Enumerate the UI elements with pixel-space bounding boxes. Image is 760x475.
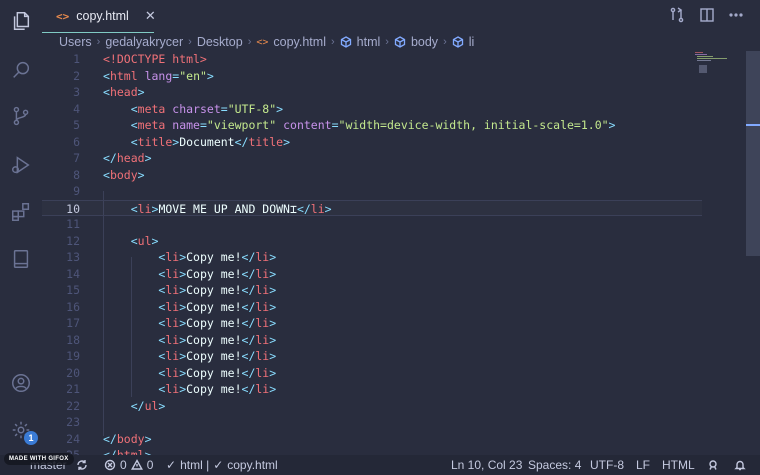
code-line[interactable]: 7 </head> — [42, 150, 702, 167]
code-line[interactable]: 25 </html> — [42, 447, 702, 455]
breadcrumb: Users › gedalyakrycer › Desktop › <> cop… — [59, 33, 474, 51]
chevron-right-icon: › — [96, 36, 101, 48]
code-line[interactable]: 15 <li>Copy me!</li> — [42, 282, 702, 299]
code-line[interactable]: 3 <head> — [42, 84, 702, 101]
html-file-icon: <> — [256, 36, 269, 48]
minimap[interactable] — [695, 51, 743, 81]
code-line[interactable]: 11 — [42, 216, 702, 233]
html-file-icon: <> — [56, 9, 70, 23]
check-icon: ✓ — [213, 458, 224, 472]
code-line[interactable]: 1 <!DOCTYPE html> — [42, 51, 702, 68]
breadcrumb-desktop[interactable]: Desktop — [197, 35, 243, 49]
chevron-right-icon: › — [330, 36, 335, 48]
status-bar: master 0 0 ✓ html | ✓ copy.html Ln 10, C… — [0, 455, 760, 475]
line-ending[interactable]: LF — [636, 455, 650, 475]
chevron-right-icon: › — [385, 36, 389, 48]
breadcrumb-html[interactable]: html — [357, 35, 381, 49]
chevron-right-icon: › — [188, 36, 192, 48]
code-line[interactable]: 2 <html lang="en"> — [42, 68, 702, 85]
code-line[interactable]: 23 — [42, 414, 702, 431]
more-actions-icon[interactable] — [728, 7, 746, 25]
language-mode[interactable]: HTML — [662, 455, 695, 475]
code-line[interactable]: 8 <body> — [42, 167, 702, 184]
symbol-element-icon — [394, 36, 406, 48]
code-line[interactable]: 16 <li>Copy me!</li> — [42, 299, 702, 316]
encoding[interactable]: UTF-8 — [590, 455, 624, 475]
chevron-right-icon: › — [443, 36, 447, 48]
warning-icon — [130, 459, 143, 470]
tab-copy-html[interactable]: <> copy.html ✕ — [42, 0, 156, 33]
breadcrumb-users[interactable]: Users — [59, 35, 92, 49]
cursor-position[interactable]: Ln 10, Col 23 — [451, 455, 522, 475]
tab-bar: <> copy.html ✕ — [42, 0, 760, 33]
notifications-bell-icon[interactable] — [734, 455, 746, 475]
sync-icon[interactable] — [76, 455, 88, 475]
code-line[interactable]: 12 <ul> — [42, 233, 702, 250]
scrollbar[interactable] — [746, 51, 760, 256]
breadcrumb-body[interactable]: body — [411, 35, 438, 49]
scrollbar-cursor-marker — [746, 124, 760, 126]
gifox-watermark: MADE WITH GIFOX — [4, 453, 74, 465]
search-icon[interactable] — [9, 58, 33, 82]
chevron-right-icon: › — [247, 36, 252, 48]
code-line[interactable]: 13 <li>Copy me!</li> — [42, 249, 702, 266]
account-icon[interactable] — [9, 371, 33, 395]
tab-label: copy.html — [76, 9, 129, 23]
code-line[interactable]: 6 <title>Document</title> — [42, 134, 702, 151]
error-icon — [104, 459, 116, 471]
activity-bar: 1 — [0, 0, 42, 455]
open-changes-icon[interactable] — [669, 7, 687, 25]
code-line[interactable]: 4 <meta charset="UTF-8"> — [42, 101, 702, 118]
breadcrumb-li[interactable]: li — [469, 35, 475, 49]
code-line[interactable]: 5 <meta name="viewport" content="width=d… — [42, 117, 702, 134]
breadcrumb-user[interactable]: gedalyakrycer — [105, 35, 183, 49]
code-line-current[interactable]: 10 <li>MOVE ME UP AND DOWN⌶</li> — [42, 199, 702, 216]
code-line[interactable]: 24 </body> — [42, 431, 702, 448]
code-line[interactable]: 22 </ul> — [42, 398, 702, 415]
split-editor-icon[interactable] — [699, 7, 717, 25]
code-line[interactable]: 9 — [42, 183, 702, 200]
indentation[interactable]: Spaces: 4 — [528, 455, 581, 475]
code-line[interactable]: 14 <li>Copy me!</li> — [42, 266, 702, 283]
feedback-icon[interactable] — [707, 455, 719, 475]
notification-badge: 1 — [24, 431, 38, 445]
symbol-element-icon — [452, 36, 464, 48]
breadcrumb-file[interactable]: copy.html — [273, 35, 326, 49]
book-icon[interactable] — [9, 247, 33, 271]
close-icon[interactable]: ✕ — [145, 8, 156, 24]
code-line[interactable]: 19 <li>Copy me!</li> — [42, 348, 702, 365]
source-control-icon[interactable] — [9, 104, 33, 128]
check-status[interactable]: ✓ html | ✓ copy.html — [166, 455, 278, 475]
code-line[interactable]: 17 <li>Copy me!</li> — [42, 315, 702, 332]
run-debug-icon[interactable] — [9, 153, 33, 177]
extensions-icon[interactable] — [9, 200, 33, 224]
text-cursor: ⌶ — [290, 201, 297, 216]
code-line[interactable]: 20 <li>Copy me!</li> — [42, 365, 702, 382]
files-icon[interactable] — [9, 9, 33, 33]
symbol-element-icon — [340, 36, 352, 48]
problems-status[interactable]: 0 0 — [104, 455, 153, 475]
code-line[interactable]: 18 <li>Copy me!</li> — [42, 332, 702, 349]
code-line[interactable]: 21 <li>Copy me!</li> — [42, 381, 702, 398]
code-editor[interactable]: 1 <!DOCTYPE html> 2 <html lang="en"> 3 <hea… — [42, 51, 760, 455]
check-icon: ✓ — [166, 458, 177, 472]
